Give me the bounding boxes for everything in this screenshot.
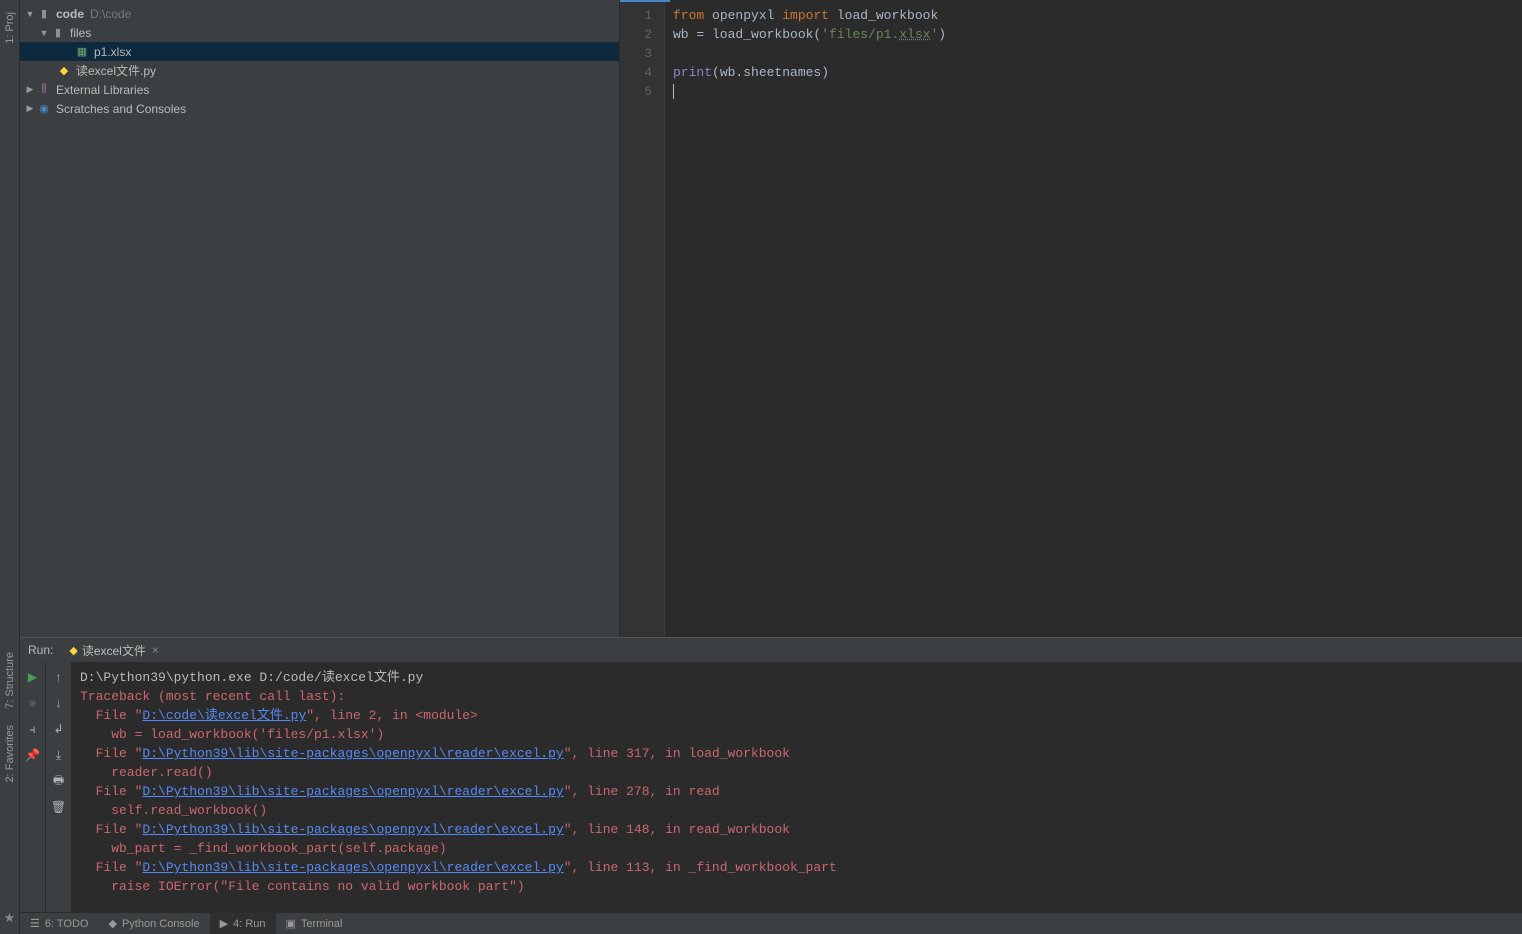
line-number[interactable]: 2 <box>620 25 652 44</box>
layout-button[interactable]: ⫞ <box>24 720 42 738</box>
tree-label: External Libraries <box>56 83 149 97</box>
run-header: Run: ◆ 读excel文件 × <box>20 638 1522 662</box>
tree-root[interactable]: ▼ ▮ code D:\code <box>20 4 619 23</box>
run-toolbar-primary: ▶ ■ ⫞ 📌 <box>20 662 46 912</box>
file-link[interactable]: D:\Python39\lib\site-packages\openpyxl\r… <box>142 746 563 761</box>
tab-label: Terminal <box>301 918 343 930</box>
tab-label: 6: TODO <box>45 918 89 930</box>
favorites-tool-tab[interactable]: 2: Favorites <box>4 725 16 782</box>
file-link[interactable]: D:\Python39\lib\site-packages\openpyxl\r… <box>142 860 563 875</box>
editor-area: 1 2 3 4 5 from openpyxl import load_work… <box>620 0 1522 637</box>
file-link[interactable]: D:\Python39\lib\site-packages\openpyxl\r… <box>142 822 563 837</box>
run-panel: Run: ◆ 读excel文件 × ▶ ■ ⫞ 📌 ↑ ↓ ↲ ⤓ 🖶 🗑 <box>20 637 1522 912</box>
run-tab-label: 读excel文件 <box>82 642 146 659</box>
up-button[interactable]: ↑ <box>50 668 68 686</box>
play-icon: ▶ <box>220 917 228 930</box>
tab-label: 4: Run <box>233 918 265 930</box>
folder-icon: ▮ <box>36 6 52 22</box>
run-toolbar-secondary: ↑ ↓ ↲ ⤓ 🖶 🗑 <box>46 662 72 912</box>
soft-wrap-button[interactable]: ↲ <box>50 720 68 738</box>
console-line: self.read_workbook() <box>80 803 267 818</box>
keyword: from <box>673 8 704 23</box>
chevron-right-icon[interactable]: ▶ <box>24 84 36 95</box>
tree-scratches[interactable]: ▶ ◉ Scratches and Consoles <box>20 99 619 118</box>
folder-icon: ▮ <box>50 25 66 41</box>
file-link[interactable]: D:\code\读excel文件.py <box>142 708 306 723</box>
tree-folder-files[interactable]: ▼ ▮ files <box>20 23 619 42</box>
console-line: D:\Python39\python.exe D:/code/读excel文件.… <box>80 670 423 685</box>
tab-label: Python Console <box>122 918 200 930</box>
builtin: print <box>673 65 712 80</box>
rerun-button[interactable]: ▶ <box>24 668 42 686</box>
stop-button[interactable]: ■ <box>24 694 42 712</box>
tree-file-p1-xlsx[interactable]: ▦ p1.xlsx <box>20 42 619 61</box>
print-button[interactable]: 🖶 <box>50 772 68 790</box>
down-button[interactable]: ↓ <box>50 694 68 712</box>
clear-button[interactable]: 🗑 <box>50 798 68 816</box>
console-output[interactable]: D:\Python39\python.exe D:/code/读excel文件.… <box>72 662 1522 912</box>
console-line: wb = load_workbook('files/p1.xlsx') <box>80 727 384 742</box>
console-line: raise IOError("File contains no valid wo… <box>80 879 525 894</box>
editor-code[interactable]: from openpyxl import load_workbook wb = … <box>665 2 1522 637</box>
tree-external-libraries[interactable]: ▶ ⫼ External Libraries <box>20 80 619 99</box>
tree-label: files <box>70 26 91 40</box>
line-number[interactable]: 1 <box>620 6 652 25</box>
code-text: wb = load_workbook( <box>673 27 821 42</box>
tree-label: p1.xlsx <box>94 45 131 59</box>
scratches-icon: ◉ <box>36 101 52 117</box>
project-tree[interactable]: ▼ ▮ code D:\code ▼ ▮ files ▦ p1.xlsx ◆ 读… <box>20 0 620 637</box>
run-tab[interactable]: ◆ 读excel文件 × <box>63 639 165 661</box>
star-icon: ★ <box>4 910 16 926</box>
code-text: ) <box>938 27 946 42</box>
structure-tool-tab[interactable]: 7: Structure <box>4 652 16 709</box>
close-icon[interactable]: × <box>152 643 159 657</box>
console-line: File "D:\Python39\lib\site-packages\open… <box>80 746 790 761</box>
python-icon: ◆ <box>108 917 116 930</box>
tree-label: Scratches and Consoles <box>56 102 186 116</box>
console-line: Traceback (most recent call last): <box>80 689 345 704</box>
bottom-tool-bar: ☰ 6: TODO ◆ Python Console ▶ 4: Run ▣ Te… <box>20 912 1522 934</box>
text-cursor <box>673 84 674 99</box>
spreadsheet-icon: ▦ <box>74 44 90 60</box>
tree-label: 读excel文件.py <box>76 62 156 79</box>
editor-gutter[interactable]: 1 2 3 4 5 <box>620 2 665 637</box>
chevron-down-icon[interactable]: ▼ <box>38 28 50 38</box>
python-console-tool-tab[interactable]: ◆ Python Console <box>98 913 209 934</box>
left-tool-strip: 1: Proj 7: Structure 2: Favorites ★ <box>0 0 20 934</box>
tree-path: D:\code <box>90 7 131 21</box>
console-line: wb_part = _find_workbook_part(self.packa… <box>80 841 447 856</box>
library-icon: ⫼ <box>36 82 52 98</box>
console-line: File "D:\code\读excel文件.py", line 2, in <… <box>80 708 478 723</box>
console-line: File "D:\Python39\lib\site-packages\open… <box>80 860 837 875</box>
list-icon: ☰ <box>30 917 40 930</box>
terminal-icon: ▣ <box>286 917 296 930</box>
run-title: Run: <box>28 643 53 657</box>
tree-file-read-excel-py[interactable]: ◆ 读excel文件.py <box>20 61 619 80</box>
console-line: reader.read() <box>80 765 213 780</box>
console-line: File "D:\Python39\lib\site-packages\open… <box>80 822 790 837</box>
console-line: File "D:\Python39\lib\site-packages\open… <box>80 784 720 799</box>
project-tool-tab[interactable]: 1: Proj <box>4 12 16 44</box>
line-number[interactable]: 5 <box>620 82 652 101</box>
string: 'files/p1. <box>821 27 899 42</box>
identifier: openpyxl <box>704 8 782 23</box>
pin-button[interactable]: 📌 <box>24 746 42 764</box>
terminal-tool-tab[interactable]: ▣ Terminal <box>276 913 353 934</box>
run-tool-tab[interactable]: ▶ 4: Run <box>210 913 276 934</box>
line-number[interactable]: 4 <box>620 63 652 82</box>
chevron-right-icon[interactable]: ▶ <box>24 103 36 114</box>
python-icon: ◆ <box>69 644 77 657</box>
tree-label: code <box>56 7 84 21</box>
chevron-down-icon[interactable]: ▼ <box>24 9 36 19</box>
code-text: (wb.sheetnames) <box>712 65 829 80</box>
line-number[interactable]: 3 <box>620 44 652 63</box>
python-file-icon: ◆ <box>56 63 72 79</box>
keyword: import <box>782 8 829 23</box>
string: xlsx <box>899 27 930 42</box>
todo-tool-tab[interactable]: ☰ 6: TODO <box>20 913 98 934</box>
scroll-to-end-button[interactable]: ⤓ <box>50 746 68 764</box>
file-link[interactable]: D:\Python39\lib\site-packages\openpyxl\r… <box>142 784 563 799</box>
identifier: load_workbook <box>829 8 938 23</box>
